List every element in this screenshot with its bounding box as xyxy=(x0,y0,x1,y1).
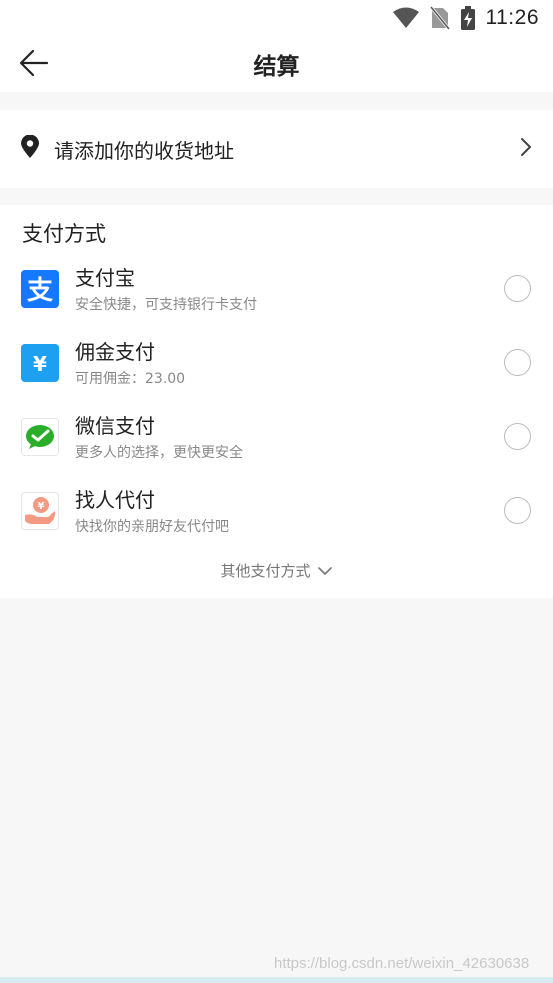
chevron-down-icon xyxy=(317,562,333,580)
radio-button[interactable] xyxy=(504,349,531,376)
wechat-pay-icon xyxy=(21,418,59,456)
address-prompt: 请添加你的收货地址 xyxy=(54,138,234,163)
radio-button[interactable] xyxy=(504,423,531,450)
payment-desc: 更多人的选择，更快更安全 xyxy=(75,445,243,461)
more-payment-methods-button[interactable]: 其他支付方式 xyxy=(0,560,553,581)
watermark: https://blog.csdn.net/weixin_42630638 xyxy=(274,955,530,972)
payment-name: 支付宝 xyxy=(75,266,135,290)
payment-desc: 可用佣金：23.00 xyxy=(75,371,186,387)
radio-button[interactable] xyxy=(504,497,531,524)
alipay-icon: 支 xyxy=(21,270,59,308)
payment-option-wechat[interactable]: 微信支付 更多人的选择，更快更安全 xyxy=(0,408,553,472)
bottom-divider xyxy=(0,977,553,983)
address-row[interactable]: 请添加你的收货地址 xyxy=(0,110,553,188)
payment-heading: 支付方式 xyxy=(22,222,106,246)
payment-name: 佣金支付 xyxy=(75,340,155,364)
nav-bar: 结算 xyxy=(0,36,553,92)
hand-coin-icon: ¥ xyxy=(21,492,59,530)
yen-icon: ¥ xyxy=(21,344,59,382)
page-title: 结算 xyxy=(253,54,300,80)
arrow-left-icon xyxy=(19,48,49,82)
wifi-icon xyxy=(392,7,420,29)
payment-option-commission[interactable]: ¥ 佣金支付 可用佣金：23.00 xyxy=(0,334,553,398)
back-button[interactable] xyxy=(14,45,54,85)
battery-icon xyxy=(460,6,476,30)
chevron-right-icon xyxy=(519,136,533,162)
payment-name: 微信支付 xyxy=(75,414,155,438)
status-bar: 11:26 xyxy=(0,0,553,36)
svg-text:¥: ¥ xyxy=(33,352,47,376)
payment-section: 支付方式 支 支付宝 安全快捷，可支持银行卡支付 ¥ 佣金支付 可用佣金：23.… xyxy=(0,205,553,598)
svg-text:支: 支 xyxy=(27,276,53,306)
radio-button[interactable] xyxy=(504,275,531,302)
payment-option-friend[interactable]: ¥ 找人代付 快找你的亲朋好友代付吧 xyxy=(0,482,553,546)
svg-text:¥: ¥ xyxy=(38,501,45,512)
no-sim-icon xyxy=(429,6,450,30)
payment-desc: 快找你的亲朋好友代付吧 xyxy=(75,519,229,535)
payment-name: 找人代付 xyxy=(75,488,155,512)
status-time: 11:26 xyxy=(485,6,539,29)
location-pin-icon xyxy=(20,134,40,163)
payment-desc: 安全快捷，可支持银行卡支付 xyxy=(75,297,257,313)
payment-option-alipay[interactable]: 支 支付宝 安全快捷，可支持银行卡支付 xyxy=(0,260,553,324)
more-payment-label: 其他支付方式 xyxy=(220,562,311,580)
